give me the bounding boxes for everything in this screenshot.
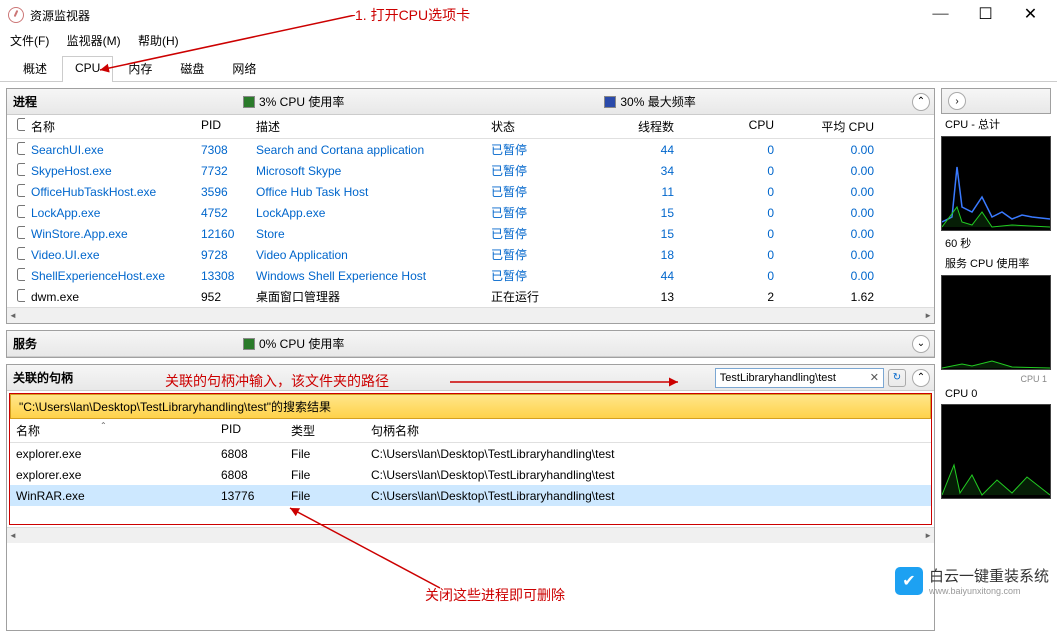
chart-services bbox=[941, 275, 1051, 370]
watermark: ✔ 白云一键重装系统 www.baiyunxitong.com bbox=[895, 565, 1049, 596]
tab-bar: 概述 CPU 内存 磁盘 网络 bbox=[0, 55, 1057, 82]
process-row[interactable]: ShellExperienceHost.exe13308 Windows She… bbox=[7, 265, 934, 286]
chart-label-cpu1: CPU 1 bbox=[941, 372, 1051, 386]
process-row[interactable]: SkypeHost.exe7732 Microsoft Skype已暂停 34 … bbox=[7, 160, 934, 181]
collapse-icon[interactable]: ⌃ bbox=[912, 369, 930, 387]
row-checkbox[interactable] bbox=[17, 205, 25, 218]
handles-search-box: ✕ bbox=[715, 368, 884, 388]
refresh-icon[interactable]: ↻ bbox=[888, 369, 906, 387]
charts-header[interactable]: › bbox=[941, 88, 1051, 114]
menu-help[interactable]: 帮助(H) bbox=[138, 34, 179, 48]
handles-columns: 名称 ⌃ PID 类型 句柄名称 bbox=[10, 419, 931, 443]
tab-overview[interactable]: 概述 bbox=[10, 55, 60, 81]
processes-title: 进程 bbox=[13, 93, 243, 110]
processes-header[interactable]: 进程 3% CPU 使用率 30% 最大频率 ⌃ bbox=[7, 89, 934, 115]
tab-cpu[interactable]: CPU bbox=[62, 56, 113, 82]
col-handle[interactable]: 句柄名称 bbox=[365, 419, 931, 442]
menu-bar: 文件(F) 监视器(M) 帮助(H) bbox=[0, 30, 1057, 51]
window-title: 资源监视器 bbox=[30, 7, 90, 24]
chart-label-services: 服务 CPU 使用率 bbox=[941, 253, 1051, 273]
row-checkbox[interactable] bbox=[17, 226, 25, 239]
menu-file[interactable]: 文件(F) bbox=[10, 34, 49, 48]
chart-label-cpu0: CPU 0 bbox=[941, 386, 1051, 402]
process-row[interactable]: Video.UI.exe9728 Video Application已暂停 18… bbox=[7, 244, 934, 265]
handles-panel: 关联的句柄 ✕ ↻ ⌃ "C:\Users\lan\Desktop\TestLi… bbox=[6, 364, 935, 631]
col-desc[interactable]: 描述 bbox=[250, 115, 485, 138]
services-title: 服务 bbox=[13, 335, 243, 352]
sort-indicator-icon: ⌃ bbox=[100, 421, 107, 430]
row-checkbox[interactable] bbox=[17, 268, 25, 281]
row-checkbox[interactable] bbox=[17, 247, 25, 260]
col-pid[interactable]: PID bbox=[215, 419, 285, 442]
title-bar: 资源监视器 — ☐ ✕ bbox=[0, 0, 1057, 30]
handle-row[interactable]: explorer.exe6808FileC:\Users\lan\Desktop… bbox=[10, 443, 931, 464]
tab-network[interactable]: 网络 bbox=[219, 55, 269, 81]
services-panel: 服务 0% CPU 使用率 ⌄ bbox=[6, 330, 935, 358]
handles-title: 关联的句柄 bbox=[13, 369, 243, 386]
collapse-icon[interactable]: ⌃ bbox=[912, 93, 930, 111]
process-row[interactable]: SearchUI.exe7308 Search and Cortana appl… bbox=[7, 139, 934, 160]
watermark-brand: 白云一键重装系统 bbox=[929, 565, 1049, 586]
col-name[interactable]: 名称 bbox=[10, 419, 215, 442]
watermark-url: www.baiyunxitong.com bbox=[929, 586, 1049, 596]
tab-memory[interactable]: 内存 bbox=[115, 55, 165, 81]
col-threads[interactable]: 线程数 bbox=[580, 115, 680, 138]
meter-green-icon bbox=[243, 338, 255, 350]
col-cpu[interactable]: CPU bbox=[680, 115, 780, 138]
select-all-checkbox[interactable] bbox=[17, 118, 25, 131]
handles-header[interactable]: 关联的句柄 ✕ ↻ ⌃ bbox=[7, 365, 934, 391]
chart-cpu-total bbox=[941, 136, 1051, 231]
processes-columns: 名称 PID 描述 状态 线程数 CPU 平均 CPU bbox=[7, 115, 934, 139]
search-result-header: "C:\Users\lan\Desktop\TestLibraryhandlin… bbox=[10, 394, 931, 419]
row-checkbox[interactable] bbox=[17, 142, 25, 155]
handles-body: explorer.exe6808FileC:\Users\lan\Desktop… bbox=[10, 443, 931, 506]
chart-label-total: CPU - 总计 bbox=[941, 114, 1051, 134]
expand-icon[interactable]: ⌄ bbox=[912, 335, 930, 353]
h-scrollbar[interactable] bbox=[7, 527, 934, 543]
handle-row[interactable]: WinRAR.exe13776FileC:\Users\lan\Desktop\… bbox=[10, 485, 931, 506]
processes-panel: 进程 3% CPU 使用率 30% 最大频率 ⌃ 名称 PID 描述 状态 线程… bbox=[6, 88, 935, 324]
processes-body: SearchUI.exe7308 Search and Cortana appl… bbox=[7, 139, 934, 307]
app-icon bbox=[8, 7, 24, 23]
col-name[interactable]: 名称 bbox=[25, 115, 195, 138]
handle-row[interactable]: explorer.exe6808FileC:\Users\lan\Desktop… bbox=[10, 464, 931, 485]
charts-sidebar: › CPU - 总计 60 秒 服务 CPU 使用率 CPU 1 CPU 0 bbox=[941, 88, 1051, 631]
row-checkbox[interactable] bbox=[17, 163, 25, 176]
maximize-button[interactable]: ☐ bbox=[963, 0, 1008, 28]
handles-search-input[interactable] bbox=[716, 372, 866, 384]
process-row[interactable]: LockApp.exe4752 LockApp.exe已暂停 15 0 0.00 bbox=[7, 202, 934, 223]
col-pid[interactable]: PID bbox=[195, 115, 250, 138]
collapse-icon[interactable]: › bbox=[948, 92, 966, 110]
col-state[interactable]: 状态 bbox=[485, 115, 580, 138]
tab-disk[interactable]: 磁盘 bbox=[167, 55, 217, 81]
menu-monitor[interactable]: 监视器(M) bbox=[67, 34, 121, 48]
watermark-logo-icon: ✔ bbox=[895, 567, 923, 595]
services-header[interactable]: 服务 0% CPU 使用率 ⌄ bbox=[7, 331, 934, 357]
clear-search-icon[interactable]: ✕ bbox=[866, 371, 883, 384]
process-row[interactable]: WinStore.App.exe12160 Store已暂停 15 0 0.00 bbox=[7, 223, 934, 244]
row-checkbox[interactable] bbox=[17, 289, 25, 302]
close-button[interactable]: ✕ bbox=[1008, 0, 1053, 28]
process-row[interactable]: dwm.exe952 桌面窗口管理器正在运行 13 2 1.62 bbox=[7, 286, 934, 307]
minimize-button[interactable]: — bbox=[918, 0, 963, 28]
meter-green-icon bbox=[243, 96, 255, 108]
meter-blue-icon bbox=[604, 96, 616, 108]
col-avgcpu[interactable]: 平均 CPU bbox=[780, 115, 880, 138]
col-type[interactable]: 类型 bbox=[285, 419, 365, 442]
process-row[interactable]: OfficeHubTaskHost.exe3596 Office Hub Tas… bbox=[7, 181, 934, 202]
row-checkbox[interactable] bbox=[17, 184, 25, 197]
chart-cpu0 bbox=[941, 404, 1051, 499]
chart-label-60s: 60 秒 bbox=[941, 233, 1051, 253]
h-scrollbar[interactable] bbox=[7, 307, 934, 323]
